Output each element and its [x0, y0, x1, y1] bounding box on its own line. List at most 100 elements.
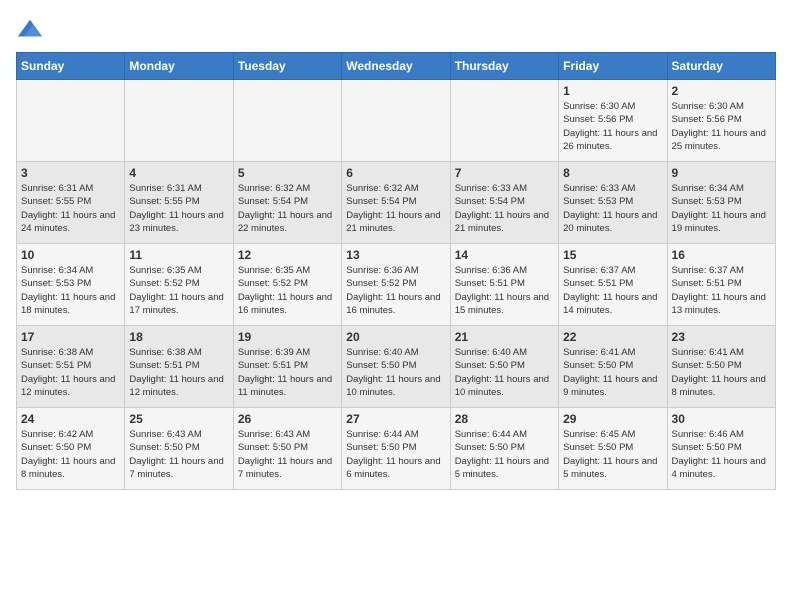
day-number: 11 [129, 248, 228, 262]
week-row-4: 17 Sunrise: 6:38 AM Sunset: 5:51 PM Dayli… [17, 326, 776, 408]
week-row-2: 3 Sunrise: 6:31 AM Sunset: 5:55 PM Daylig… [17, 162, 776, 244]
logo-icon [16, 16, 44, 44]
day-cell: 13Sunrise: 6:36 AM Sunset: 5:52 PM Dayli… [342, 244, 450, 326]
day-number: 15 [563, 248, 662, 262]
day-number: 27 [346, 412, 445, 426]
day-info: Sunrise: 6:41 AM Sunset: 5:50 PM Dayligh… [672, 346, 771, 399]
day-number: 26 [238, 412, 337, 426]
day-cell [342, 80, 450, 162]
day-cell: 17Sunrise: 6:38 AM Sunset: 5:51 PM Dayli… [17, 326, 125, 408]
day-cell: 16 Sunrise: 6:37 AM Sunset: 5:51 PM Dayli… [667, 244, 775, 326]
day-info: Sunrise: 6:35 AM Sunset: 5:52 PM Dayligh… [238, 264, 337, 317]
day-cell: 9 Sunrise: 6:34 AM Sunset: 5:53 PM Daylig… [667, 162, 775, 244]
day-cell: 4 Sunrise: 6:31 AM Sunset: 5:55 PM Daylig… [125, 162, 233, 244]
calendar-body: 1 Sunrise: 6:30 AM Sunset: 5:56 PM Daylig… [17, 80, 776, 490]
day-cell: 1Sunrise: 6:30 AM Sunset: 5:56 PM Daylig… [559, 80, 667, 162]
day-number: 16 [672, 248, 771, 262]
day-info: Sunrise: 6:34 AM Sunset: 5:53 PM Dayligh… [672, 182, 771, 235]
day-info: Sunrise: 6:30 AM Sunset: 5:56 PM Dayligh… [672, 100, 771, 153]
day-number: 29 [563, 412, 662, 426]
day-cell: 26Sunrise: 6:43 AM Sunset: 5:50 PM Dayli… [233, 408, 341, 490]
day-cell: 20 Sunrise: 6:40 AM Sunset: 5:50 PM Dayli… [342, 326, 450, 408]
day-info: Sunrise: 6:32 AM Sunset: 5:54 PM Dayligh… [346, 182, 445, 235]
day-number: 4 [129, 166, 228, 180]
day-info: Sunrise: 6:39 AM Sunset: 5:51 PM Dayligh… [238, 346, 337, 399]
day-number: 20 [346, 330, 445, 344]
header-cell-sunday: Sunday [17, 53, 125, 80]
day-info: Sunrise: 6:40 AM Sunset: 5:50 PM Dayligh… [346, 346, 445, 399]
day-info: Sunrise: 6:44 AM Sunset: 5:50 PM Dayligh… [455, 428, 554, 481]
day-number: 19 [238, 330, 337, 344]
day-cell: 30 Sunrise: 6:46 AM Sunset: 5:50 PM Dayli… [667, 408, 775, 490]
day-number: 18 [129, 330, 228, 344]
header-cell-tuesday: Tuesday [233, 53, 341, 80]
header-cell-wednesday: Wednesday [342, 53, 450, 80]
day-info: Sunrise: 6:36 AM Sunset: 5:52 PM Dayligh… [346, 264, 445, 317]
day-info: Sunrise: 6:31 AM Sunset: 5:55 PM Dayligh… [21, 182, 120, 235]
day-number: 28 [455, 412, 554, 426]
day-number: 3 [21, 166, 120, 180]
week-row-5: 24 Sunrise: 6:42 AM Sunset: 5:50 PM Dayli… [17, 408, 776, 490]
day-number: 12 [238, 248, 337, 262]
day-info: Sunrise: 6:31 AM Sunset: 5:55 PM Dayligh… [129, 182, 228, 235]
day-info: Sunrise: 6:35 AM Sunset: 5:52 PM Dayligh… [129, 264, 228, 317]
day-info: Sunrise: 6:36 AM Sunset: 5:51 PM Dayligh… [455, 264, 554, 317]
day-cell: 18 Sunrise: 6:38 AM Sunset: 5:51 PM Dayli… [125, 326, 233, 408]
day-info: Sunrise: 6:46 AM Sunset: 5:50 PM Dayligh… [672, 428, 771, 481]
day-info: Sunrise: 6:38 AM Sunset: 5:51 PM Dayligh… [129, 346, 228, 399]
logo [16, 16, 48, 44]
day-number: 21 [455, 330, 554, 344]
day-number: 8 [563, 166, 662, 180]
calendar-table: SundayMondayTuesdayWednesdayThursdayFrid… [16, 52, 776, 490]
day-cell: 3 Sunrise: 6:31 AM Sunset: 5:55 PM Daylig… [17, 162, 125, 244]
day-number: 23 [672, 330, 771, 344]
day-cell: 24 Sunrise: 6:42 AM Sunset: 5:50 PM Dayli… [17, 408, 125, 490]
day-number: 9 [672, 166, 771, 180]
day-cell: 19 Sunrise: 6:39 AM Sunset: 5:51 PM Dayli… [233, 326, 341, 408]
week-row-3: 10Sunrise: 6:34 AM Sunset: 5:53 PM Dayli… [17, 244, 776, 326]
day-cell: 8 Sunrise: 6:33 AM Sunset: 5:53 PM Daylig… [559, 162, 667, 244]
day-cell: 29Sunrise: 6:45 AM Sunset: 5:50 PM Dayli… [559, 408, 667, 490]
day-number: 24 [21, 412, 120, 426]
day-cell: 12 Sunrise: 6:35 AM Sunset: 5:52 PM Dayli… [233, 244, 341, 326]
day-cell: 22 Sunrise: 6:41 AM Sunset: 5:50 PM Dayli… [559, 326, 667, 408]
day-cell: 11 Sunrise: 6:35 AM Sunset: 5:52 PM Dayli… [125, 244, 233, 326]
day-number: 10 [21, 248, 120, 262]
day-cell: 7 Sunrise: 6:33 AM Sunset: 5:54 PM Daylig… [450, 162, 558, 244]
day-number: 5 [238, 166, 337, 180]
day-number: 1 [563, 84, 662, 98]
day-cell [233, 80, 341, 162]
day-number: 14 [455, 248, 554, 262]
week-row-1: 1 Sunrise: 6:30 AM Sunset: 5:56 PM Daylig… [17, 80, 776, 162]
header-cell-saturday: Saturday [667, 53, 775, 80]
day-cell [450, 80, 558, 162]
day-cell: 21Sunrise: 6:40 AM Sunset: 5:50 PM Dayli… [450, 326, 558, 408]
day-number: 22 [563, 330, 662, 344]
day-cell: 15Sunrise: 6:37 AM Sunset: 5:51 PM Dayli… [559, 244, 667, 326]
day-cell: 5Sunrise: 6:32 AM Sunset: 5:54 PM Daylig… [233, 162, 341, 244]
day-cell: 2 Sunrise: 6:30 AM Sunset: 5:56 PM Daylig… [667, 80, 775, 162]
day-info: Sunrise: 6:41 AM Sunset: 5:50 PM Dayligh… [563, 346, 662, 399]
day-info: Sunrise: 6:33 AM Sunset: 5:54 PM Dayligh… [455, 182, 554, 235]
day-number: 30 [672, 412, 771, 426]
header [16, 16, 776, 44]
header-cell-friday: Friday [559, 53, 667, 80]
day-info: Sunrise: 6:43 AM Sunset: 5:50 PM Dayligh… [129, 428, 228, 481]
day-cell: 6 Sunrise: 6:32 AM Sunset: 5:54 PM Daylig… [342, 162, 450, 244]
day-number: 6 [346, 166, 445, 180]
day-number: 7 [455, 166, 554, 180]
day-cell [125, 80, 233, 162]
day-info: Sunrise: 6:44 AM Sunset: 5:50 PM Dayligh… [346, 428, 445, 481]
day-info: Sunrise: 6:42 AM Sunset: 5:50 PM Dayligh… [21, 428, 120, 481]
day-cell: 25 Sunrise: 6:43 AM Sunset: 5:50 PM Dayli… [125, 408, 233, 490]
calendar-header: SundayMondayTuesdayWednesdayThursdayFrid… [17, 53, 776, 80]
day-number: 2 [672, 84, 771, 98]
day-info: Sunrise: 6:37 AM Sunset: 5:51 PM Dayligh… [672, 264, 771, 317]
day-cell: 23 Sunrise: 6:41 AM Sunset: 5:50 PM Dayli… [667, 326, 775, 408]
day-info: Sunrise: 6:33 AM Sunset: 5:53 PM Dayligh… [563, 182, 662, 235]
day-number: 25 [129, 412, 228, 426]
day-cell: 10Sunrise: 6:34 AM Sunset: 5:53 PM Dayli… [17, 244, 125, 326]
day-cell: 28 Sunrise: 6:44 AM Sunset: 5:50 PM Dayli… [450, 408, 558, 490]
day-number: 17 [21, 330, 120, 344]
header-cell-thursday: Thursday [450, 53, 558, 80]
